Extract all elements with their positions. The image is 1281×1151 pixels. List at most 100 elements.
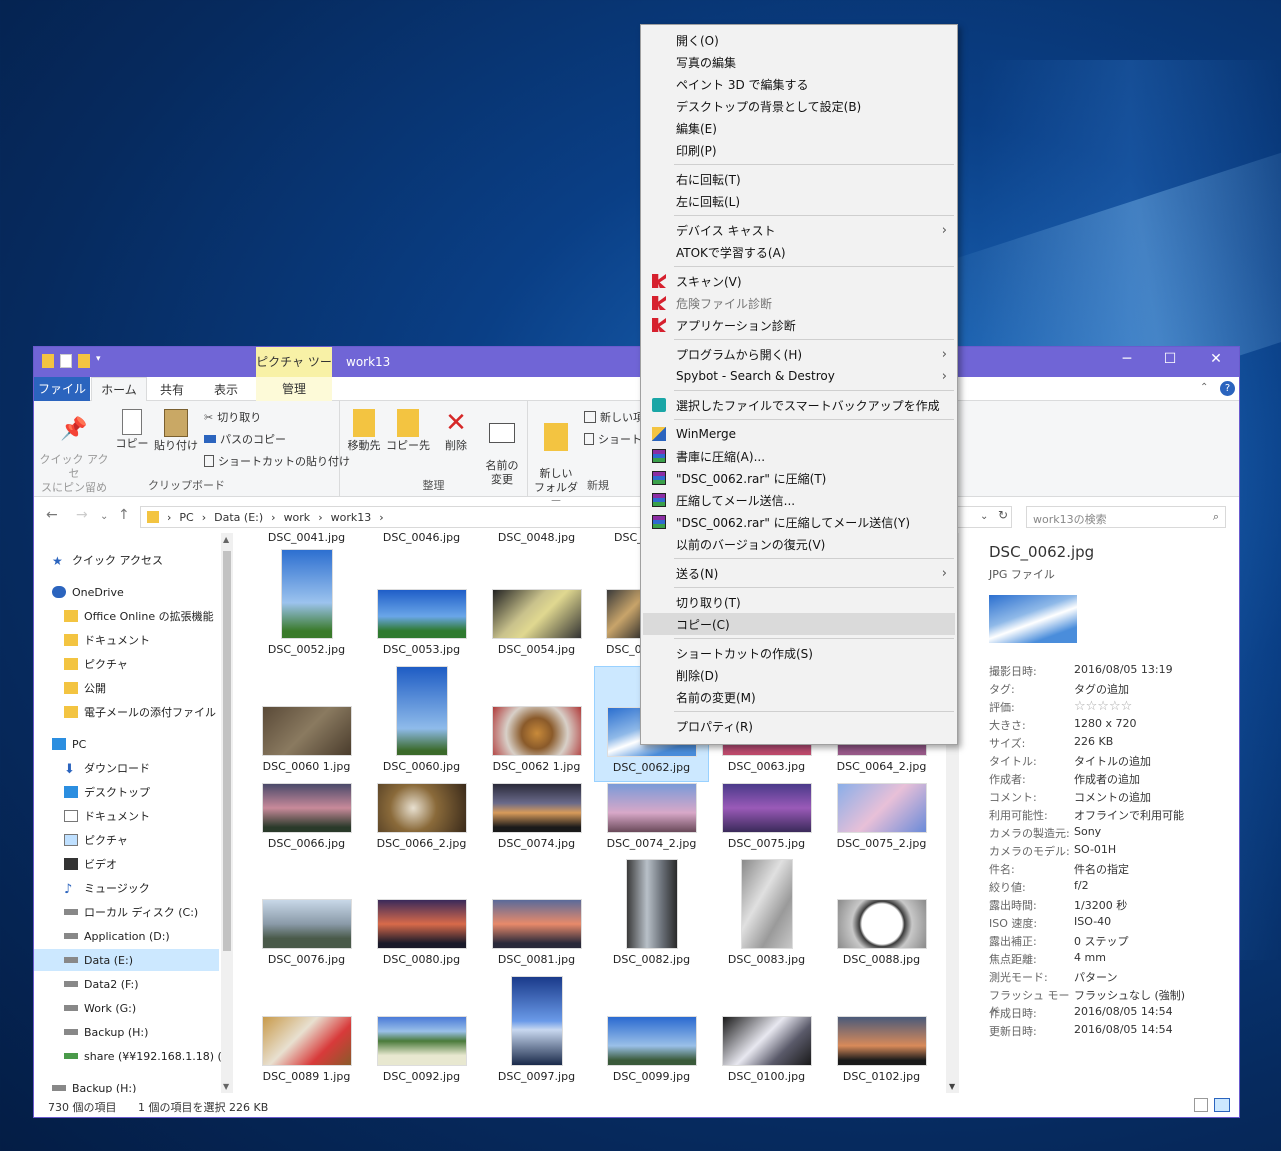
- nav-pictures[interactable]: ピクチャ: [64, 829, 234, 851]
- paste-shortcut-button[interactable]: ショートカットの貼り付け: [204, 453, 350, 469]
- tab-share[interactable]: 共有: [160, 381, 184, 398]
- context-menu[interactable]: 開く(O) 写真の編集 ペイント 3D で編集する デスクトップの背景として設定(B)…: [640, 24, 958, 745]
- scroll-down-icon[interactable]: ▼: [949, 1082, 955, 1091]
- breadcrumb-work[interactable]: work: [284, 511, 311, 524]
- rename-button[interactable]: 名前の 変更: [480, 409, 524, 487]
- menu-item-open-with[interactable]: プログラムから開く(H) ›: [643, 343, 955, 365]
- minimize-button[interactable]: ─: [1107, 351, 1147, 367]
- explorer-window[interactable]: ▾ ピクチャ ツール work13 ─ ☐ ✕ ファイル ホーム 共有 表示 管…: [33, 346, 1240, 1118]
- file-item[interactable]: DSC_0041.jpg: [249, 533, 364, 544]
- copy-path-button[interactable]: パスのコピー: [204, 431, 286, 447]
- details-view-icon[interactable]: [1194, 1098, 1208, 1112]
- copy-to-button[interactable]: コピー先: [386, 409, 430, 453]
- nav-drive-h[interactable]: Backup (H:): [64, 1021, 234, 1043]
- property-row[interactable]: 件名: 件名の指定: [989, 861, 1239, 879]
- nav-pc[interactable]: PC: [52, 733, 234, 755]
- tab-manage[interactable]: 管理: [256, 377, 332, 401]
- menu-item-edit[interactable]: 編集(E): [643, 117, 955, 139]
- nav-scroll-thumb[interactable]: [223, 551, 231, 951]
- back-arrow-icon[interactable]: ←: [46, 507, 58, 523]
- copy-button[interactable]: コピー: [114, 409, 150, 451]
- menu-item-rename[interactable]: 名前の変更(M): [643, 686, 955, 708]
- menu-item-copy[interactable]: コピー(C): [643, 613, 955, 635]
- menu-item-create-shortcut[interactable]: ショートカットの作成(S): [643, 642, 955, 664]
- delete-button[interactable]: ✕ 削除: [436, 409, 476, 453]
- nav-drive-c[interactable]: ローカル ディスク (C:): [64, 901, 234, 923]
- file-item[interactable]: DSC_0054.jpg: [479, 549, 594, 656]
- file-item[interactable]: DSC_0081.jpg: [479, 859, 594, 966]
- menu-item-danger-file-check[interactable]: 危険ファイル診断: [643, 292, 955, 314]
- tab-view[interactable]: 表示: [214, 381, 238, 398]
- nav-public[interactable]: 公開: [64, 677, 234, 699]
- nav-onedrive-documents[interactable]: ドキュメント: [64, 629, 234, 651]
- navigation-pane[interactable]: ★ クイック アクセス OneDrive Office Online の拡張機能 …: [34, 533, 234, 1093]
- menu-item-cut[interactable]: 切り取り(T): [643, 591, 955, 613]
- nav-music[interactable]: ♪ ミュージック: [64, 877, 234, 899]
- property-row[interactable]: タイトル: タイトルの追加: [989, 753, 1239, 771]
- title-bar[interactable]: ▾ ピクチャ ツール work13 ─ ☐ ✕: [34, 347, 1239, 399]
- menu-item-winmerge[interactable]: WinMerge: [643, 423, 955, 445]
- nav-drive-e[interactable]: Data (E:): [34, 949, 219, 971]
- refresh-icon[interactable]: ↻: [998, 508, 1008, 522]
- file-item[interactable]: DSC_0075.jpg: [709, 783, 824, 850]
- nav-email-attachments[interactable]: 電子メールの添付ファイル: [64, 701, 234, 723]
- tab-file[interactable]: ファイル: [34, 377, 90, 401]
- breadcrumb-pc[interactable]: PC: [179, 511, 193, 524]
- file-item[interactable]: DSC_0092.jpg: [364, 976, 479, 1083]
- file-item[interactable]: DSC_0074_2.jpg: [594, 783, 709, 850]
- collapse-ribbon-icon[interactable]: ⌃: [1200, 382, 1208, 393]
- scroll-down-icon[interactable]: ▼: [223, 1082, 229, 1091]
- property-row[interactable]: タグ: タグの追加: [989, 681, 1239, 699]
- menu-item-restore-previous[interactable]: 以前のバージョンの復元(V): [643, 533, 955, 555]
- file-item[interactable]: DSC_0102.jpg: [824, 976, 939, 1083]
- search-input[interactable]: work13の検索 ⌕: [1026, 506, 1226, 528]
- file-item[interactable]: DSC_0076.jpg: [249, 859, 364, 966]
- menu-item-rotate-right[interactable]: 右に回転(T): [643, 168, 955, 190]
- forward-arrow-icon[interactable]: →: [76, 507, 88, 523]
- menu-item-compress-rar-email[interactable]: "DSC_0062.rar" に圧縮してメール送信(Y): [643, 511, 955, 533]
- menu-item-edit-paint3d[interactable]: ペイント 3D で編集する: [643, 73, 955, 95]
- file-item[interactable]: DSC_0097.jpg: [479, 976, 594, 1083]
- help-icon[interactable]: ?: [1220, 381, 1235, 396]
- property-row[interactable]: 作成者: 作成者の追加: [989, 771, 1239, 789]
- file-item[interactable]: DSC_0066_2.jpg: [364, 783, 479, 850]
- tab-home[interactable]: ホーム: [91, 377, 147, 402]
- customize-toolbar-icon[interactable]: ▾: [96, 354, 108, 368]
- file-item[interactable]: DSC_0048.jpg: [479, 533, 594, 544]
- menu-item-delete[interactable]: 削除(D): [643, 664, 955, 686]
- file-item[interactable]: DSC_0099.jpg: [594, 976, 709, 1083]
- breadcrumb-work13[interactable]: work13: [331, 511, 372, 524]
- property-row[interactable]: コメント: コメントの追加: [989, 789, 1239, 807]
- recent-chevron-icon[interactable]: ⌄: [100, 511, 108, 522]
- file-item[interactable]: DSC_0082.jpg: [594, 859, 709, 966]
- file-item[interactable]: DSC_0066.jpg: [249, 783, 364, 850]
- large-icons-view-icon[interactable]: [1214, 1098, 1230, 1112]
- new-folder-button[interactable]: 新しい フォルダー: [532, 409, 580, 509]
- breadcrumb-data-e[interactable]: Data (E:): [214, 511, 263, 524]
- close-button[interactable]: ✕: [1196, 351, 1236, 367]
- menu-item-send-to[interactable]: 送る(N) ›: [643, 562, 955, 584]
- menu-item-add-to-rar[interactable]: "DSC_0062.rar" に圧縮(T): [643, 467, 955, 489]
- nav-videos[interactable]: ビデオ: [64, 853, 234, 875]
- file-item[interactable]: DSC_0075_2.jpg: [824, 783, 939, 850]
- file-item[interactable]: DSC_0088.jpg: [824, 859, 939, 966]
- paste-button[interactable]: 貼り付け: [152, 409, 200, 453]
- file-item[interactable]: DSC_0060.jpg: [364, 666, 479, 773]
- menu-item-print[interactable]: 印刷(P): [643, 139, 955, 161]
- file-item[interactable]: DSC_0089 1.jpg: [249, 976, 364, 1083]
- menu-item-compress-email[interactable]: 圧縮してメール送信...: [643, 489, 955, 511]
- cut-button[interactable]: ✂ 切り取り: [204, 409, 261, 425]
- menu-item-add-to-archive[interactable]: 書庫に圧縮(A)...: [643, 445, 955, 467]
- menu-item-scan[interactable]: スキャン(V): [643, 270, 955, 292]
- menu-item-properties[interactable]: プロパティ(R): [643, 715, 955, 737]
- menu-item-rotate-left[interactable]: 左に回転(L): [643, 190, 955, 212]
- maximize-button[interactable]: ☐: [1150, 351, 1190, 367]
- menu-item-app-check[interactable]: アプリケーション診断: [643, 314, 955, 336]
- menu-item-smart-backup[interactable]: 選択したファイルでスマートバックアップを作成: [643, 394, 955, 416]
- move-to-button[interactable]: 移動先: [344, 409, 384, 453]
- nav-desktop[interactable]: デスクトップ: [64, 781, 234, 803]
- file-item[interactable]: DSC_0100.jpg: [709, 976, 824, 1083]
- nav-onedrive-pictures[interactable]: ピクチャ: [64, 653, 234, 675]
- nav-quick-access[interactable]: ★ クイック アクセス: [52, 549, 234, 571]
- nav-scrollbar[interactable]: ▲ ▼: [221, 533, 233, 1093]
